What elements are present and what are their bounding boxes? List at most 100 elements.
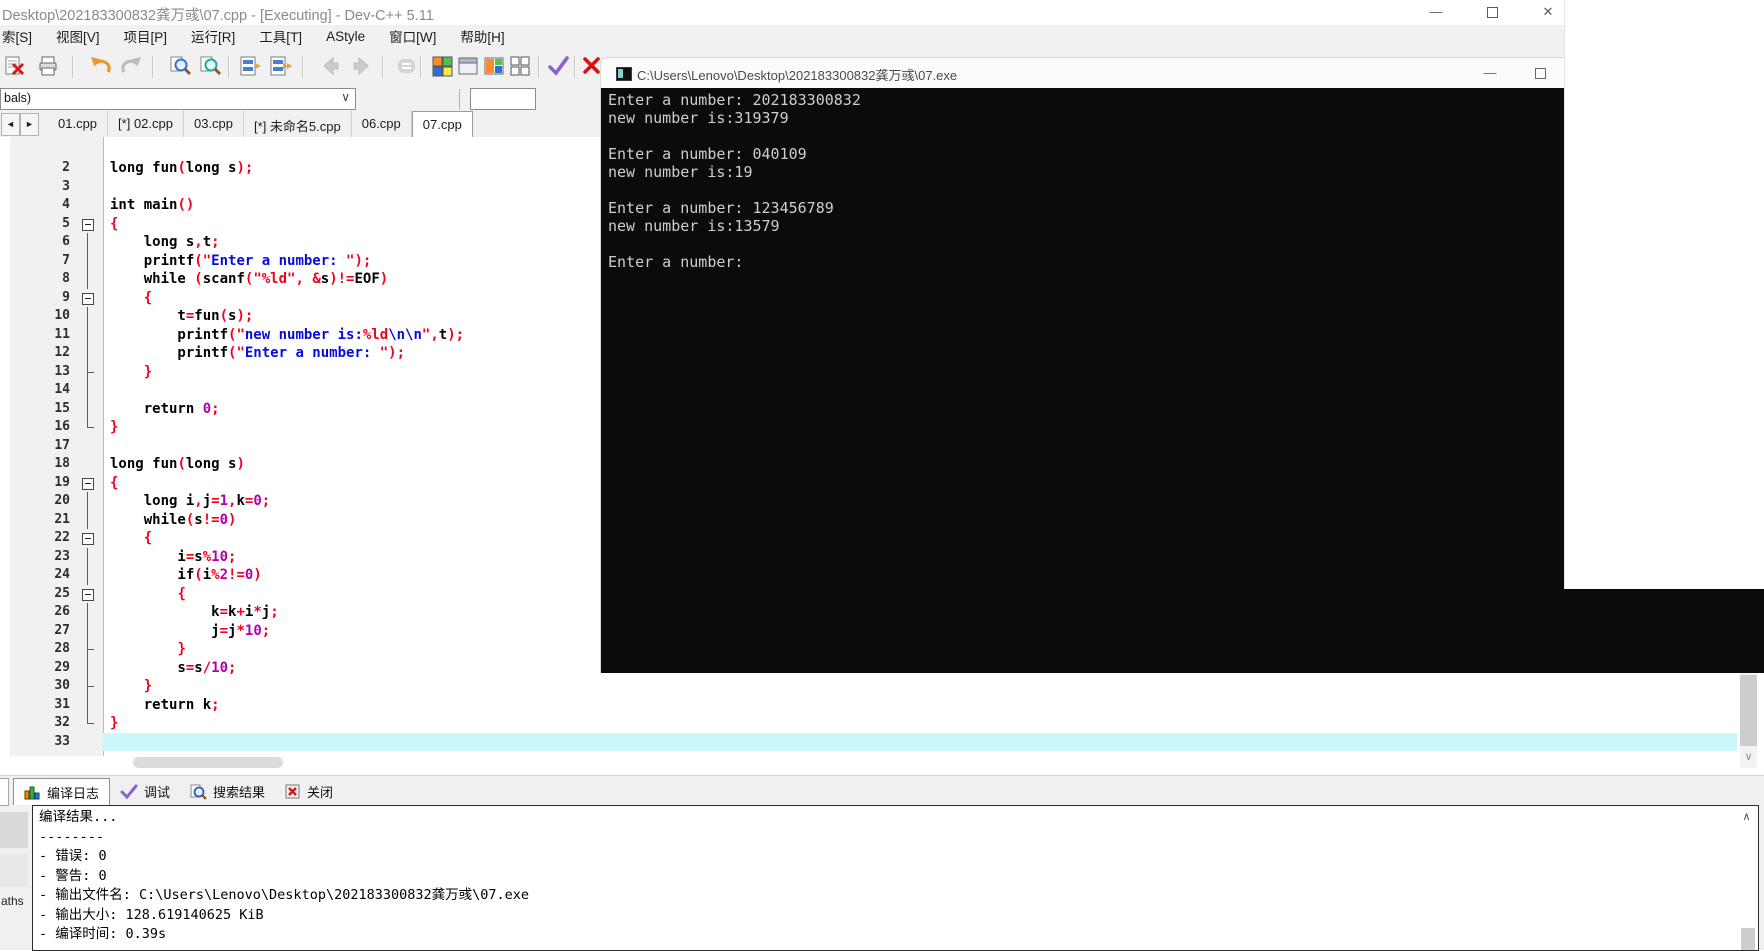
report-tab-label: 关闭 bbox=[307, 785, 334, 800]
replace-icon[interactable] bbox=[238, 54, 264, 80]
search-icon bbox=[190, 784, 207, 800]
editor-line[interactable]: 30 } bbox=[10, 677, 1737, 696]
report-tab-label: 编译日志 bbox=[47, 785, 100, 801]
fold-guide bbox=[72, 307, 103, 326]
editor-vscrollbar-thumb[interactable] bbox=[1740, 675, 1757, 746]
print-icon[interactable] bbox=[36, 54, 62, 80]
menu-item[interactable]: 索[S] bbox=[0, 26, 44, 46]
code-text: } bbox=[143, 678, 153, 694]
maximize-icon bbox=[1486, 7, 1498, 18]
editor-tab[interactable]: 07.cpp bbox=[411, 111, 473, 137]
fold-guide bbox=[72, 714, 103, 733]
maximize-button[interactable] bbox=[1476, 1, 1508, 23]
chevron-down-icon: ∨ bbox=[341, 90, 350, 104]
tab-scroll-right-button[interactable]: ► bbox=[20, 113, 39, 136]
line-number: 30 bbox=[54, 678, 70, 693]
log-vscrollbar-thumb[interactable] bbox=[1741, 928, 1755, 950]
undo-icon[interactable] bbox=[88, 54, 114, 80]
fold-guide bbox=[72, 381, 103, 400]
close-file-icon[interactable] bbox=[2, 54, 28, 80]
menu-item[interactable]: 项目[P] bbox=[112, 26, 180, 46]
editor-tab[interactable]: 01.cpp bbox=[48, 111, 109, 137]
close-tab[interactable]: 关闭 bbox=[275, 778, 343, 805]
fold-guide bbox=[72, 437, 103, 456]
menu-item[interactable]: 工具[T] bbox=[247, 26, 314, 46]
menu-item[interactable]: 运行[R] bbox=[179, 26, 247, 46]
console-text: Enter a number: 202183300832 new number … bbox=[608, 91, 861, 271]
editor-hscrollbar-thumb[interactable] bbox=[133, 757, 283, 768]
class-navigator-combobox[interactable]: bals) ∨ bbox=[0, 88, 356, 110]
member-combobox[interactable] bbox=[470, 88, 536, 110]
line-number: 5 bbox=[62, 215, 70, 231]
line-number: 22 bbox=[54, 530, 70, 545]
fold-guide bbox=[72, 325, 103, 344]
editor-tab[interactable]: [*] 02.cpp bbox=[108, 111, 184, 137]
code-text: return k; bbox=[110, 696, 220, 713]
console-minimize-button[interactable]: — bbox=[1477, 61, 1503, 85]
fold-guide bbox=[72, 603, 103, 622]
fold-guide bbox=[72, 677, 103, 696]
find-icon[interactable] bbox=[168, 54, 194, 80]
replace-all-icon[interactable] bbox=[268, 54, 294, 80]
minimize-button[interactable]: — bbox=[1420, 1, 1452, 23]
line-number: 17 bbox=[54, 437, 70, 453]
line-number: 10 bbox=[54, 308, 70, 323]
editor-line[interactable]: 31 return k; bbox=[10, 695, 1737, 714]
grid-outline-icon[interactable] bbox=[508, 54, 534, 80]
editor-tab[interactable]: 03.cpp bbox=[184, 111, 245, 137]
console-icon bbox=[616, 67, 632, 81]
editor-line[interactable]: 33 bbox=[10, 732, 1737, 751]
editor-tab[interactable]: 06.cpp bbox=[352, 111, 412, 137]
fold-marker-icon[interactable] bbox=[72, 529, 103, 548]
close-icon bbox=[285, 784, 301, 799]
class-navigator-value: bals) bbox=[4, 91, 32, 105]
fold-marker-icon[interactable] bbox=[72, 289, 103, 308]
line-number: 27 bbox=[54, 622, 70, 638]
fold-marker-icon[interactable] bbox=[72, 585, 103, 604]
menu-item[interactable]: 窗口[W] bbox=[377, 26, 448, 46]
fold-guide bbox=[72, 196, 103, 215]
toolbar-separator bbox=[574, 56, 576, 78]
editor-line[interactable]: 32} bbox=[10, 714, 1737, 733]
find-in-files-icon[interactable] bbox=[198, 54, 224, 80]
side-button-partial[interactable] bbox=[0, 812, 28, 848]
fold-guide bbox=[72, 695, 103, 714]
menu-item[interactable]: AStyle bbox=[314, 29, 377, 44]
bar-chart-icon bbox=[24, 785, 41, 800]
toolbar-separator bbox=[420, 56, 422, 78]
editor-tab[interactable]: [*] 未命名5.cpp bbox=[244, 111, 352, 137]
goto-line-icon[interactable] bbox=[394, 54, 420, 80]
line-number: 21 bbox=[54, 511, 70, 527]
goto-forward-icon[interactable] bbox=[348, 54, 374, 80]
tab-scroll-left-button[interactable]: ◄ bbox=[1, 113, 20, 136]
compile-log-tab[interactable]: 编译日志 bbox=[13, 778, 111, 805]
check-icon bbox=[120, 784, 138, 799]
search-results-tab[interactable]: 搜索结果 bbox=[180, 778, 275, 805]
report-tab-label: 搜索结果 bbox=[213, 785, 266, 800]
menu-item[interactable]: 视图[V] bbox=[44, 26, 112, 46]
side-button-partial[interactable] bbox=[0, 854, 28, 887]
window-color-icon[interactable] bbox=[482, 54, 508, 80]
menu-item[interactable]: 帮助[H] bbox=[448, 26, 516, 46]
toolbar-separator bbox=[302, 56, 304, 78]
close-button[interactable]: ✕ bbox=[1532, 1, 1564, 23]
line-number: 8 bbox=[62, 271, 70, 286]
line-number: 23 bbox=[54, 548, 70, 564]
report-tab-label: 调试 bbox=[144, 785, 171, 800]
side-label-partial: aths bbox=[1, 894, 24, 908]
fold-marker-icon[interactable] bbox=[72, 215, 103, 234]
window-plain-icon[interactable] bbox=[456, 54, 482, 80]
code-text bbox=[103, 732, 1737, 751]
fold-marker-icon[interactable] bbox=[72, 474, 103, 493]
project-options-icon[interactable] bbox=[430, 54, 456, 80]
goto-back-icon[interactable] bbox=[318, 54, 344, 80]
report-tab-partial[interactable] bbox=[0, 778, 9, 806]
syntax-check-icon[interactable] bbox=[546, 54, 572, 80]
debug-tab[interactable]: 调试 bbox=[110, 778, 180, 805]
line-number: 26 bbox=[54, 604, 70, 619]
redo-icon[interactable] bbox=[118, 54, 144, 80]
console-maximize-button[interactable] bbox=[1527, 61, 1553, 85]
fold-guide bbox=[72, 344, 103, 363]
scroll-up-icon[interactable]: ∧ bbox=[1739, 810, 1754, 825]
scroll-down-icon[interactable]: ∨ bbox=[1740, 748, 1757, 766]
